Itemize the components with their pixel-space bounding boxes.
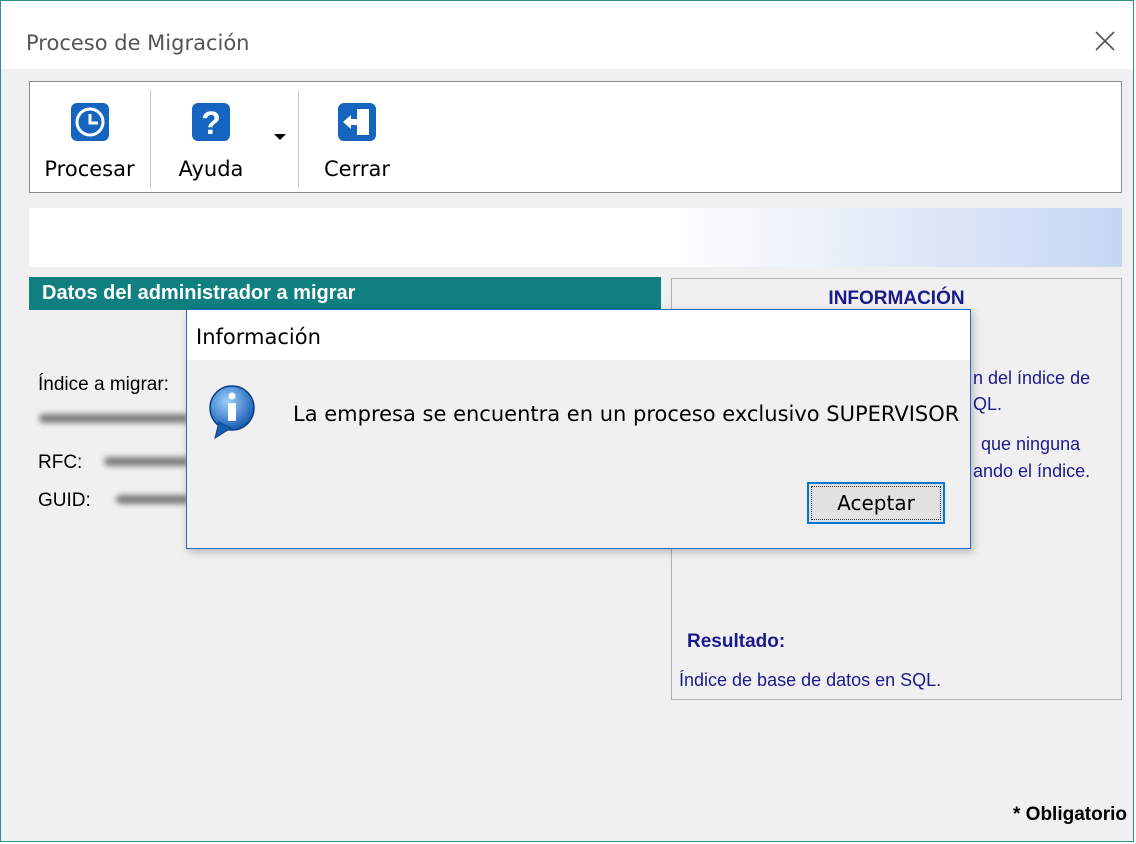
- toolbar-separator: [298, 90, 299, 188]
- aceptar-button[interactable]: Aceptar: [807, 482, 945, 524]
- cerrar-label: Cerrar: [324, 157, 390, 181]
- svg-text:?: ?: [201, 105, 221, 141]
- info-text-line: QL.: [973, 394, 1003, 414]
- toolbar: Procesar ? Ayuda Cerrar: [29, 81, 1122, 193]
- procesar-button[interactable]: Procesar: [32, 82, 147, 192]
- guid-label: GUID:: [38, 490, 91, 511]
- admin-section-header: Datos del administrador a migrar: [29, 277, 661, 310]
- redacted-guid-value: [116, 495, 189, 504]
- redacted-index-value: [39, 414, 189, 423]
- dialog-titlebar[interactable]: Información: [187, 310, 970, 360]
- rfc-label: RFC:: [38, 452, 83, 473]
- window-titlebar[interactable]: Proceso de Migración: [1, 1, 1133, 69]
- exit-door-icon: [338, 103, 376, 141]
- redacted-rfc-value: [104, 457, 189, 466]
- result-title: Resultado:: [687, 631, 786, 652]
- dialog-message: La empresa se encuentra en un proceso ex…: [293, 402, 960, 426]
- info-title: INFORMACIÓN: [828, 288, 965, 309]
- procesar-label: Procesar: [44, 157, 135, 181]
- toolbar-separator: [150, 90, 151, 188]
- ayuda-button[interactable]: ? Ayuda: [156, 82, 266, 192]
- window-title: Proceso de Migración: [26, 31, 250, 55]
- dialog-title: Información: [196, 325, 321, 349]
- header-gradient-bar: [29, 208, 1122, 267]
- info-text-line: ando el índice.: [973, 461, 1091, 481]
- ayuda-dropdown-arrow-icon[interactable]: [274, 134, 286, 140]
- result-text: Índice de base de datos en SQL.: [679, 670, 942, 690]
- info-text-line: que ninguna: [981, 434, 1081, 454]
- info-icon: [209, 385, 255, 440]
- mandatory-note: * Obligatorio: [1013, 804, 1127, 825]
- help-icon: ?: [192, 103, 230, 141]
- info-dialog: Información La empresa se encuentra en u…: [186, 309, 971, 549]
- cerrar-button[interactable]: Cerrar: [307, 82, 407, 192]
- info-text-line: n del índice de: [973, 368, 1091, 388]
- ayuda-label: Ayuda: [178, 157, 244, 181]
- index-label: Índice a migrar:: [38, 374, 169, 395]
- close-icon[interactable]: [1091, 27, 1119, 55]
- clock-icon: [70, 103, 109, 141]
